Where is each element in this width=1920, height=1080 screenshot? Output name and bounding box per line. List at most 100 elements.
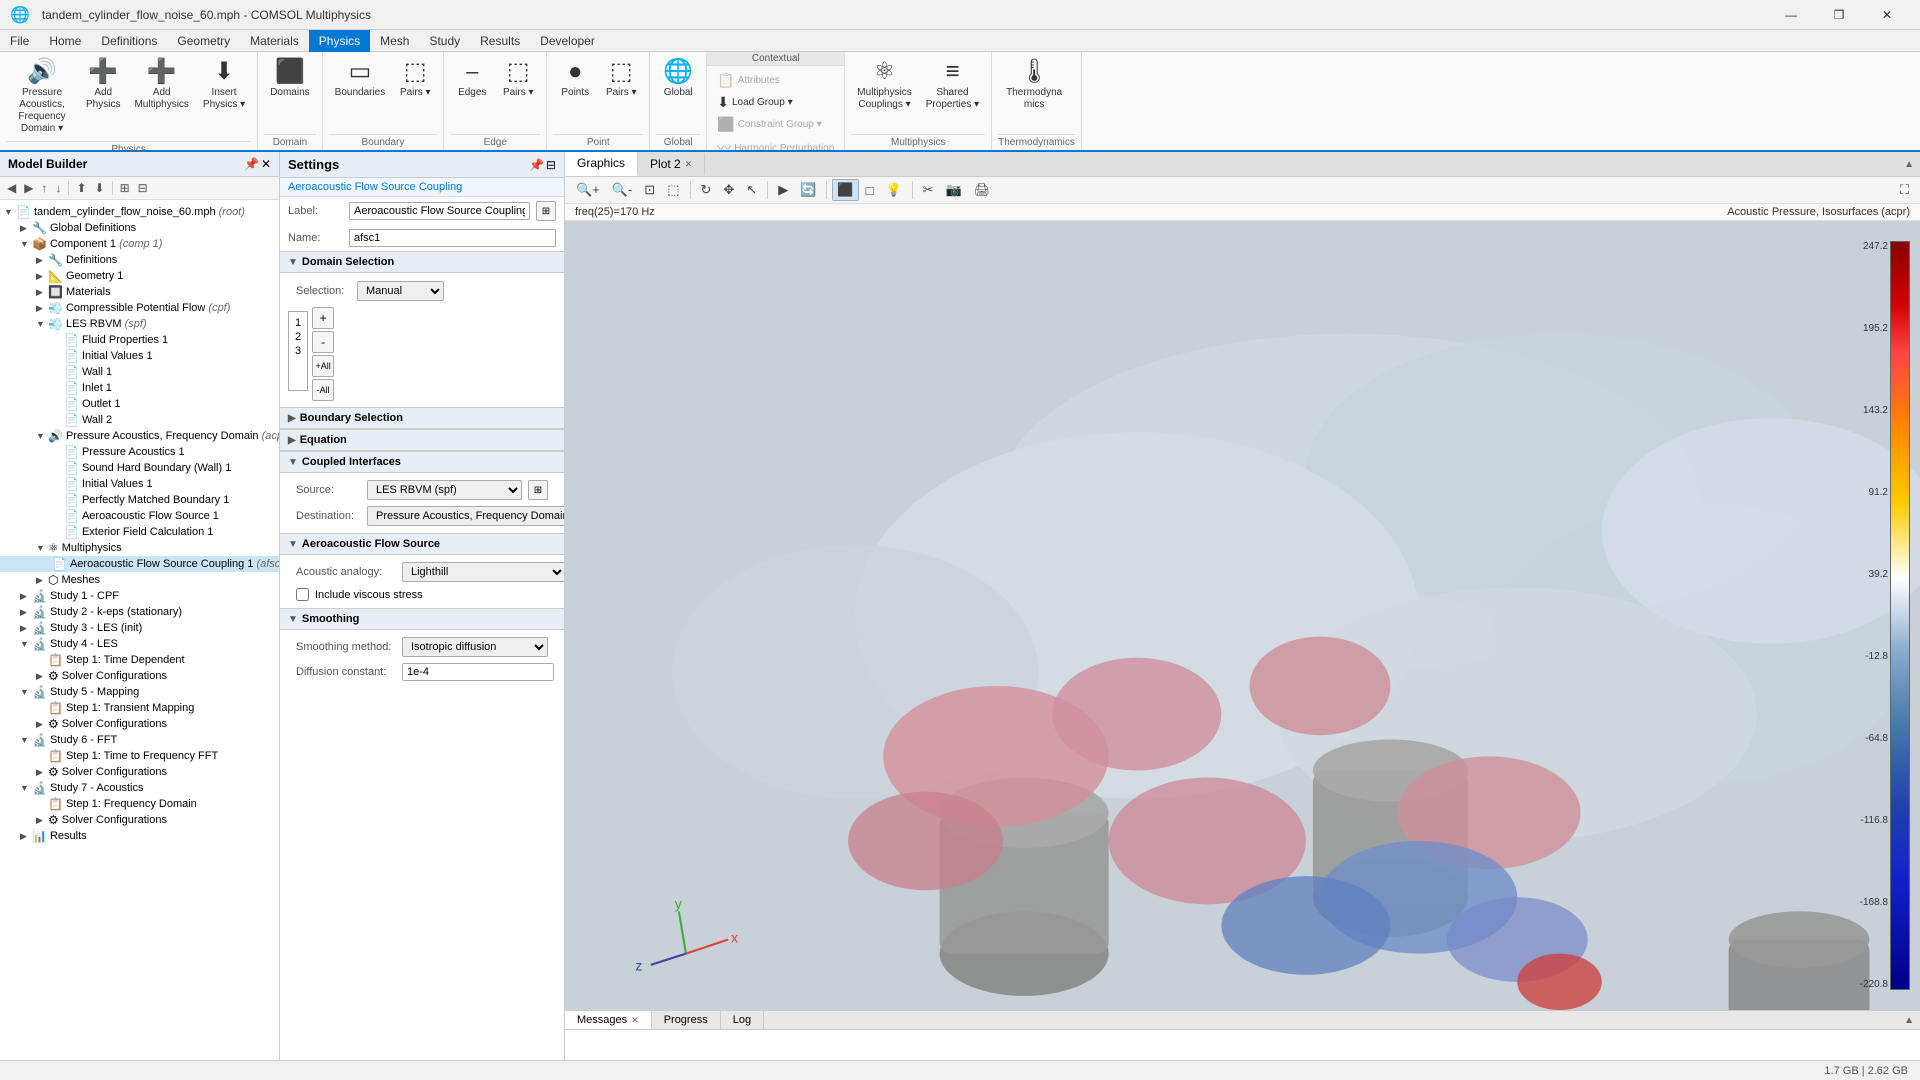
- cpf-toggle[interactable]: ▶: [36, 303, 48, 314]
- les-rbvm-toggle[interactable]: ▼: [36, 319, 48, 329]
- tree-solver-conf2[interactable]: ▶ ⚙ Solver Configurations: [0, 716, 279, 732]
- tree-study6[interactable]: ▼ 🔬 Study 6 - FFT: [0, 732, 279, 748]
- study2-toggle[interactable]: ▶: [20, 607, 32, 618]
- study4-toggle[interactable]: ▼: [20, 639, 32, 649]
- tree-study5[interactable]: ▼ 🔬 Study 5 - Mapping: [0, 684, 279, 700]
- settings-collapse-btn[interactable]: ⊟: [546, 158, 556, 172]
- tree-study1[interactable]: ▶ 🔬 Study 1 - CPF: [0, 588, 279, 604]
- solver-conf4-toggle[interactable]: ▶: [36, 815, 48, 826]
- domain-item-2[interactable]: 2: [293, 330, 303, 344]
- clip-btn[interactable]: ✂: [918, 179, 939, 201]
- zoom-in-btn[interactable]: 🔍+: [571, 179, 605, 201]
- acoustic-analogy-dropdown[interactable]: Lighthill Curle FFowcs Williams-Hawkings: [402, 562, 564, 582]
- menu-mesh[interactable]: Mesh: [370, 30, 419, 52]
- screenshot-btn[interactable]: 📷: [941, 179, 967, 201]
- domain-item-1[interactable]: 1: [293, 316, 303, 330]
- ribbon-btn-add-physics[interactable]: ➕ AddPhysics: [80, 56, 126, 115]
- results-toggle[interactable]: ▶: [20, 831, 32, 842]
- tree-pa-freq[interactable]: ▼ 🔊 Pressure Acoustics, Frequency Domain…: [0, 428, 279, 444]
- wireframe-btn[interactable]: □: [861, 180, 879, 201]
- menu-geometry[interactable]: Geometry: [167, 30, 240, 52]
- menu-home[interactable]: Home: [39, 30, 91, 52]
- render-btn[interactable]: 💡: [880, 179, 906, 201]
- menu-physics[interactable]: Physics: [309, 30, 370, 52]
- tree-geometry[interactable]: ▶ 📐 Geometry 1: [0, 268, 279, 284]
- tree-initial-vals1[interactable]: 📄 Initial Values 1: [0, 348, 279, 364]
- mb-collapse-btn[interactable]: ⊟: [135, 179, 151, 197]
- multiphysics-toggle[interactable]: ▼: [36, 543, 48, 553]
- tree-solver-conf4[interactable]: ▶ ⚙ Solver Configurations: [0, 812, 279, 828]
- ribbon-btn-attributes[interactable]: 📋 Attributes: [713, 70, 838, 91]
- mb-up-btn[interactable]: ↑: [38, 179, 50, 197]
- global-defs-toggle[interactable]: ▶: [20, 223, 32, 234]
- tree-materials[interactable]: ▶ 🔲 Materials: [0, 284, 279, 300]
- solver-conf1-toggle[interactable]: ▶: [36, 671, 48, 682]
- meshes-toggle[interactable]: ▶: [36, 575, 48, 586]
- coupled-interfaces-header[interactable]: ▼ Coupled Interfaces: [280, 451, 564, 473]
- ribbon-btn-multiphysics-couplings[interactable]: ⚛ MultiphysicsCouplings ▾: [851, 56, 917, 115]
- domain-add-btn[interactable]: +: [312, 307, 334, 329]
- study6-toggle[interactable]: ▼: [20, 735, 32, 745]
- zoom-out-btn[interactable]: 🔍-: [607, 179, 638, 201]
- solver-conf3-toggle[interactable]: ▶: [36, 767, 48, 778]
- ribbon-btn-add-multiphysics[interactable]: ➕ AddMultiphysics: [128, 56, 194, 115]
- selection-dropdown[interactable]: Manual All domains: [357, 281, 444, 301]
- study7-toggle[interactable]: ▼: [20, 783, 32, 793]
- menu-study[interactable]: Study: [419, 30, 470, 52]
- tree-step-fft[interactable]: 📋 Step 1: Time to Frequency FFT: [0, 748, 279, 764]
- materials-toggle[interactable]: ▶: [36, 287, 48, 298]
- tree-comp1[interactable]: ▼ 📦 Component 1 (comp 1): [0, 236, 279, 252]
- domain-item-3[interactable]: 3: [293, 344, 303, 358]
- settings-pin-btn[interactable]: 📌: [529, 158, 544, 172]
- tree-definitions[interactable]: ▶ 🔧 Definitions: [0, 252, 279, 268]
- tree-cpf[interactable]: ▶ 💨 Compressible Potential Flow (cpf): [0, 300, 279, 316]
- graphics-viewport[interactable]: x y z 247.2 195.2 143.2 91.2 39.2 -12.8: [565, 221, 1920, 1010]
- pan-btn[interactable]: ✥: [718, 179, 739, 201]
- ribbon-btn-edges[interactable]: ⎯ Edges: [450, 56, 494, 103]
- mb-move-down-btn[interactable]: ⬇: [92, 179, 108, 197]
- ribbon-btn-pairs-point[interactable]: ⬚ Pairs ▾: [599, 56, 643, 103]
- ribbon-btn-shared-properties[interactable]: ≡ SharedProperties ▾: [920, 56, 985, 115]
- tree-step-time-dep[interactable]: 📋 Step 1: Time Dependent: [0, 652, 279, 668]
- tabs-expand-btn[interactable]: ▲: [1898, 157, 1920, 172]
- close-btn[interactable]: ✕: [1864, 0, 1910, 30]
- ribbon-btn-points[interactable]: ● Points: [553, 56, 597, 103]
- tree-root[interactable]: ▼ 📄 tandem_cylinder_flow_noise_60.mph (r…: [0, 204, 279, 220]
- tree-fluid-props[interactable]: 📄 Fluid Properties 1: [0, 332, 279, 348]
- boundary-selection-header[interactable]: ▶ Boundary Selection: [280, 407, 564, 429]
- view-type-btn[interactable]: ⬛: [832, 179, 858, 201]
- aero-source-header[interactable]: ▼ Aeroacoustic Flow Source: [280, 533, 564, 555]
- tree-efc1[interactable]: 📄 Exterior Field Calculation 1: [0, 524, 279, 540]
- label-input[interactable]: [349, 202, 530, 220]
- select-btn[interactable]: ↖: [741, 179, 762, 201]
- menu-materials[interactable]: Materials: [240, 30, 309, 52]
- tree-afsc1[interactable]: 📄 Aeroacoustic Flow Source Coupling 1 (a…: [0, 556, 279, 572]
- equation-header[interactable]: ▶ Equation: [280, 429, 564, 451]
- tab-plot2-close[interactable]: ✕: [685, 159, 693, 170]
- menu-results[interactable]: Results: [470, 30, 530, 52]
- tab-graphics[interactable]: Graphics: [565, 152, 638, 176]
- ribbon-btn-pairs-edge[interactable]: ⬚ Pairs ▾: [496, 56, 540, 103]
- mb-forward-btn[interactable]: ▶: [21, 179, 36, 197]
- tree-wall1[interactable]: 📄 Wall 1: [0, 364, 279, 380]
- tree-study2[interactable]: ▶ 🔬 Study 2 - k-eps (stationary): [0, 604, 279, 620]
- tab-log[interactable]: Log: [721, 1011, 764, 1029]
- geometry-toggle[interactable]: ▶: [36, 271, 48, 282]
- smoothing-header[interactable]: ▼ Smoothing: [280, 608, 564, 630]
- tree-results[interactable]: ▶ 📊 Results: [0, 828, 279, 844]
- tree-step-freq-domain[interactable]: 📋 Step 1: Frequency Domain: [0, 796, 279, 812]
- ribbon-btn-boundaries[interactable]: ▭ Boundaries: [329, 56, 392, 103]
- ribbon-btn-global[interactable]: 🌐 Global: [656, 56, 700, 103]
- print-btn[interactable]: 🖨: [969, 179, 996, 201]
- menu-developer[interactable]: Developer: [530, 30, 605, 52]
- root-toggle[interactable]: ▼: [4, 207, 16, 217]
- ribbon-btn-load-group[interactable]: ⬇ Load Group ▾: [713, 92, 838, 113]
- tree-meshes[interactable]: ▶ ⬡ Meshes: [0, 572, 279, 588]
- tree-inlet1[interactable]: 📄 Inlet 1: [0, 380, 279, 396]
- domain-selection-header[interactable]: ▼ Domain Selection: [280, 251, 564, 273]
- ribbon-btn-pa-freq[interactable]: 🔊 Pressure Acoustics,Frequency Domain ▾: [6, 56, 78, 139]
- tree-solver-conf3[interactable]: ▶ ⚙ Solver Configurations: [0, 764, 279, 780]
- tree-step-transient[interactable]: 📋 Step 1: Transient Mapping: [0, 700, 279, 716]
- model-builder-pin-btn[interactable]: 📌: [244, 157, 259, 171]
- tab-progress[interactable]: Progress: [652, 1011, 721, 1029]
